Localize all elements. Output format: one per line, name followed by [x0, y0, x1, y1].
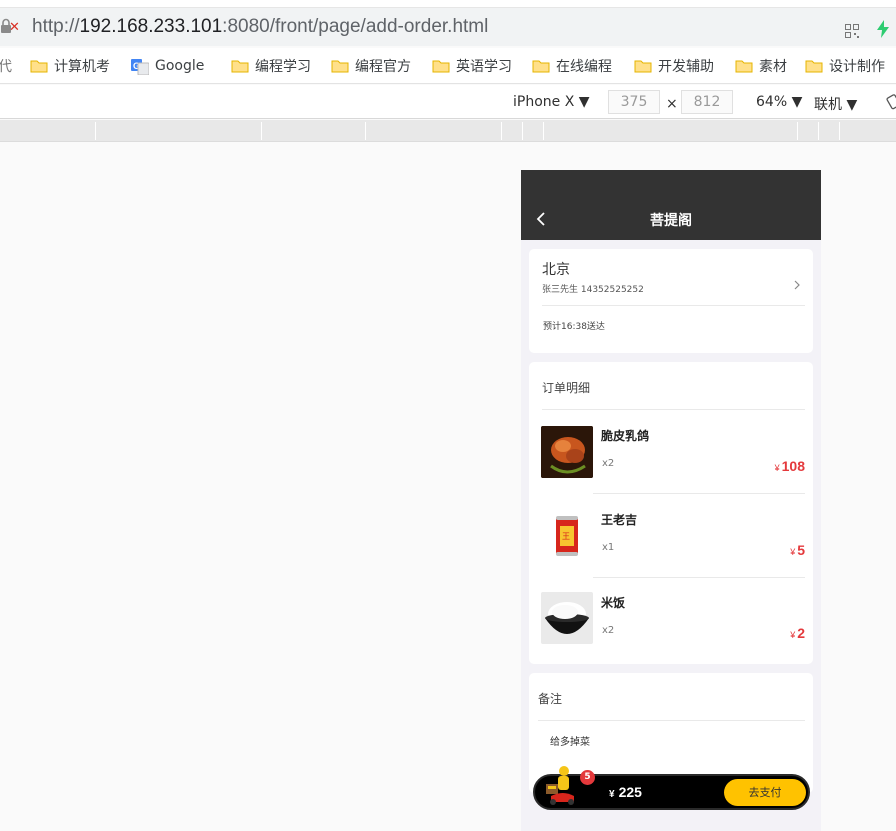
viewport-width-input[interactable]: 375: [608, 90, 660, 114]
address-bar[interactable]: ✕ http://192.168.233.101:8080/front/page…: [0, 8, 896, 46]
order-details-card: 订单明细 脆皮乳鸽 x2 ¥108 王 王老吉 x1 ¥5 米饭 x2 ¥ 2: [529, 362, 813, 664]
bookmarks-bar: 代 计算机考 G Google 编程学习 编程官方 英语学习 在线编程 开发辅助 …: [0, 48, 896, 84]
ruler-tick: [522, 122, 523, 140]
bookmark-folder[interactable]: 素材: [735, 56, 787, 76]
item-price: ¥108: [774, 458, 805, 474]
rice-bowl-image: [541, 592, 593, 644]
svg-text:王: 王: [562, 532, 570, 541]
folder-icon: [30, 59, 48, 73]
address-city: 北京: [542, 262, 570, 278]
address-contact: 张三先生 14352525252: [542, 285, 644, 295]
bookmark-folder[interactable]: 英语学习: [432, 56, 512, 76]
item-price: ¥2: [790, 625, 805, 641]
item-name: 米饭: [601, 596, 626, 610]
qr-code-icon[interactable]: [845, 23, 859, 38]
not-secure-icon[interactable]: ✕: [0, 16, 22, 38]
network-throttle-select[interactable]: 联机 ▼: [814, 94, 857, 114]
checkout-bar: 5 ¥225 去支付: [533, 766, 810, 810]
app-header: 菩提阁: [521, 170, 821, 240]
ruler-tick: [839, 122, 840, 140]
viewport-height-input[interactable]: 812: [681, 90, 733, 114]
shop-title: 菩提阁: [650, 213, 692, 229]
bookmark-folder[interactable]: 开发辅助: [634, 56, 714, 76]
url-text[interactable]: http://192.168.233.101:8080/front/page/a…: [32, 16, 488, 38]
phone-viewport: 菩提阁 北京 张三先生 14352525252 预计16:38送达 订单明细 脆…: [521, 170, 821, 831]
ruler-tick: [543, 122, 544, 140]
item-quantity: x2: [602, 625, 615, 636]
cart-count-badge: 5: [580, 770, 595, 785]
ruler-tick: [365, 122, 366, 140]
bookmark-folder[interactable]: 编程学习: [231, 56, 311, 76]
bolt-extension-icon[interactable]: [877, 20, 889, 38]
rotate-icon[interactable]: [886, 94, 896, 110]
order-total: ¥225: [609, 784, 642, 800]
pay-button[interactable]: 去支付: [724, 779, 806, 806]
bookmark-folder[interactable]: 计算机考: [30, 56, 110, 76]
folder-icon: [432, 59, 450, 73]
browser-top-strip: [0, 0, 896, 8]
folder-icon: [735, 59, 753, 73]
can-drink-image: 王: [541, 510, 593, 562]
device-select[interactable]: iPhone X ▼: [513, 94, 590, 110]
delivery-rider-icon[interactable]: [543, 762, 577, 806]
folder-icon: [805, 59, 823, 73]
divider: [542, 305, 805, 306]
folder-icon: [634, 59, 652, 73]
google-translate-icon: G: [131, 59, 150, 76]
folder-icon: [331, 59, 349, 73]
note-title: 备注: [538, 692, 563, 706]
ruler-tick: [261, 122, 262, 140]
media-query-ruler[interactable]: [0, 120, 896, 142]
folder-icon: [231, 59, 249, 73]
device-toolbar: iPhone X ▼ 375 × 812 64% ▼ 联机 ▼: [0, 85, 896, 119]
bookmark-folder[interactable]: 编程官方: [331, 56, 411, 76]
bookmark-folder[interactable]: 设计制作: [805, 56, 885, 76]
chevron-right-icon[interactable]: [793, 276, 801, 290]
divider: [538, 720, 805, 721]
bookmark-google[interactable]: G Google: [131, 56, 204, 76]
bookmark-folder[interactable]: 在线编程: [532, 56, 612, 76]
ruler-tick: [501, 122, 502, 140]
address-card[interactable]: 北京 张三先生 14352525252 预计16:38送达: [529, 249, 813, 353]
bookmark-item[interactable]: 代: [0, 56, 12, 76]
item-price: ¥5: [790, 542, 805, 558]
order-item: 脆皮乳鸽 x2 ¥108: [529, 410, 813, 490]
item-name: 王老吉: [601, 513, 638, 527]
item-quantity: x2: [602, 458, 615, 469]
zoom-select[interactable]: 64% ▼: [756, 94, 802, 110]
folder-icon: [532, 59, 550, 73]
dimension-separator: ×: [666, 96, 678, 112]
order-item: 米饭 x2 ¥2: [529, 577, 813, 657]
ruler-tick: [95, 122, 96, 140]
order-item: 王 王老吉 x1 ¥5: [529, 494, 813, 574]
item-quantity: x1: [602, 542, 615, 553]
ruler-tick: [818, 122, 819, 140]
order-details-title: 订单明细: [542, 381, 591, 395]
ruler-tick: [797, 122, 798, 140]
delivery-eta: 预计16:38送达: [543, 322, 605, 332]
pigeon-dish-image: [541, 426, 593, 478]
item-name: 脆皮乳鸽: [601, 429, 650, 443]
note-text[interactable]: 给多掉菜: [550, 733, 590, 748]
